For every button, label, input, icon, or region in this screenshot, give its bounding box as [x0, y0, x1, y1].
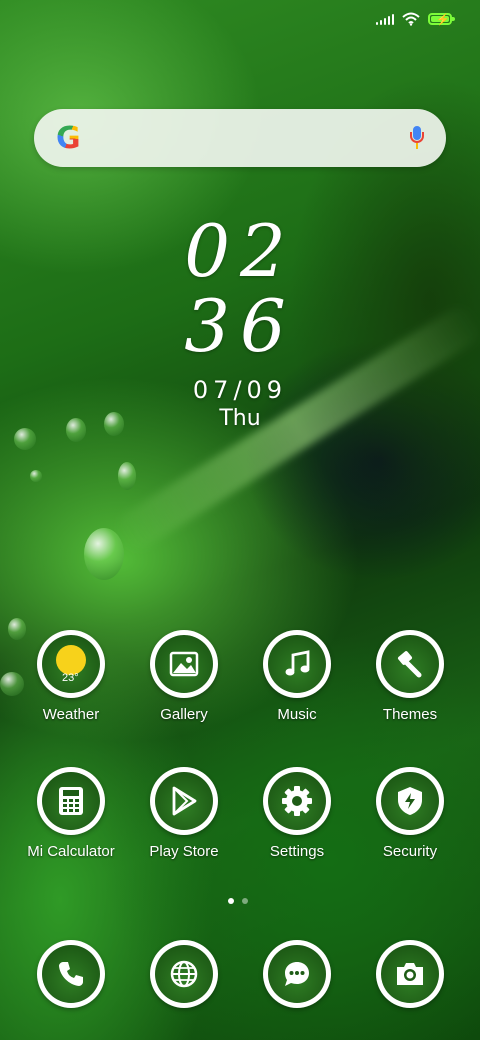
app-gallery[interactable]: Gallery: [126, 630, 242, 723]
dock-phone[interactable]: [13, 940, 129, 1008]
wallpaper-water-drop: [30, 470, 42, 482]
app-label: Mi Calculator: [27, 843, 115, 860]
wifi-icon: [402, 12, 420, 26]
google-search-bar[interactable]: G: [34, 109, 446, 167]
globe-icon: [150, 940, 218, 1008]
app-label: Security: [382, 843, 438, 860]
clock-hour[interactable]: 02: [0, 215, 480, 287]
microphone-icon[interactable]: [410, 126, 424, 150]
dock-camera[interactable]: [352, 940, 468, 1008]
play-store-icon: [150, 767, 218, 835]
signal-bars-icon: [376, 13, 394, 25]
app-label: Play Store: [149, 843, 219, 860]
app-mi-calculator[interactable]: Mi Calculator: [13, 767, 129, 860]
battery-charging-icon: ⚡: [428, 13, 455, 26]
app-label: Gallery: [160, 706, 208, 723]
app-label: Music: [277, 706, 317, 723]
wallpaper-water-drop: [118, 462, 136, 490]
music-note-icon: [263, 630, 331, 698]
app-play-store[interactable]: Play Store: [126, 767, 242, 860]
app-security[interactable]: Security: [352, 767, 468, 860]
gallery-icon: [150, 630, 218, 698]
google-logo-icon: G: [56, 120, 81, 156]
phone-icon: [37, 940, 105, 1008]
app-weather[interactable]: 23° Weather: [13, 630, 129, 723]
status-bar: ⚡: [376, 12, 455, 26]
clock-minute[interactable]: 36: [0, 290, 480, 362]
page-dot: [242, 898, 248, 904]
weather-temperature: 23°: [62, 672, 79, 684]
dock-messages[interactable]: [239, 940, 355, 1008]
paintbrush-icon: [376, 630, 444, 698]
app-themes[interactable]: Themes: [352, 630, 468, 723]
app-settings[interactable]: Settings: [239, 767, 355, 860]
chat-bubble-icon: [263, 940, 331, 1008]
calculator-icon: [37, 767, 105, 835]
home-screen: ⚡ G 02 36 07/09 Thu 23° Weather Gallery …: [0, 0, 480, 1040]
clock-date: 07/09: [192, 376, 288, 404]
camera-icon: [376, 940, 444, 1008]
gear-icon: [263, 767, 331, 835]
weather-sun-icon: 23°: [37, 630, 105, 698]
app-label: Weather: [42, 706, 100, 723]
wallpaper-water-drop: [84, 528, 124, 580]
page-indicator: [228, 898, 248, 904]
shield-icon: [376, 767, 444, 835]
app-label: Settings: [269, 843, 325, 860]
page-dot-active: [228, 898, 234, 904]
wallpaper-water-drop: [14, 428, 36, 450]
app-music[interactable]: Music: [239, 630, 355, 723]
app-label: Themes: [382, 706, 438, 723]
clock-day: Thu: [219, 406, 261, 431]
dock-browser[interactable]: [126, 940, 242, 1008]
